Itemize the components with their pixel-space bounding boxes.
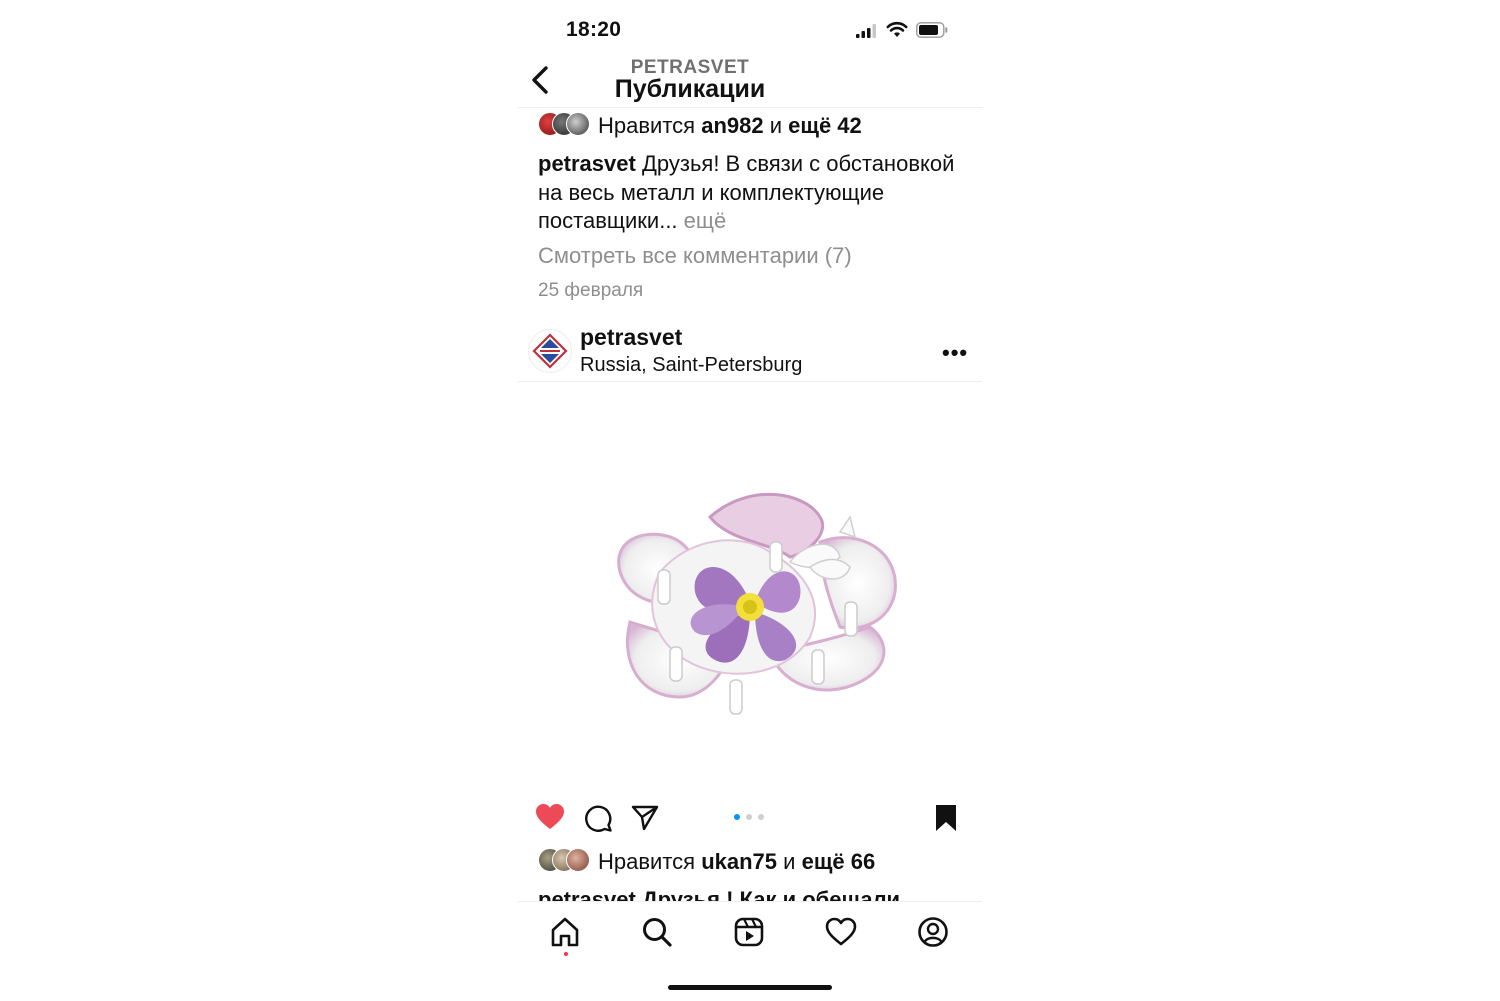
avatar <box>566 848 590 872</box>
likes-conj: и <box>769 113 783 138</box>
wifi-icon <box>886 21 908 37</box>
view-all-comments-link[interactable]: Смотреть все комментарии (7) <box>538 243 852 269</box>
cellular-signal-icon <box>856 24 876 38</box>
comment-icon[interactable] <box>584 804 612 832</box>
carousel-indicator <box>734 814 766 822</box>
likes-conj: и <box>783 849 796 874</box>
likes-prefix: Нравится <box>598 113 696 138</box>
status-time: 18:20 <box>566 18 622 41</box>
profile-icon[interactable] <box>917 916 949 948</box>
post-caption-truncated: petrasvet Друзья ! Как и обещали <box>538 887 901 901</box>
liked-by-avatars[interactable] <box>538 112 594 136</box>
caption-more-link[interactable]: ещё <box>684 208 727 233</box>
page-title: Публикации <box>614 75 766 103</box>
bookmark-filled-icon[interactable] <box>934 804 958 832</box>
home-icon[interactable] <box>549 916 581 948</box>
avatar[interactable] <box>528 329 572 373</box>
liked-by-avatars[interactable] <box>538 848 594 872</box>
home-indicator[interactable] <box>668 985 832 990</box>
header-divider <box>518 107 982 108</box>
like-heart-filled-icon[interactable] <box>535 803 565 831</box>
likes-others[interactable]: ещё 42 <box>788 113 862 138</box>
phone-screen: 18:20 PETRASVET Публикации Нравится an98… <box>518 0 982 1001</box>
more-horizontal-icon[interactable]: ••• <box>942 340 968 366</box>
likes-summary[interactable]: Нравится ukan75 и ещё 66 <box>598 849 875 875</box>
post-username[interactable]: petrasvet <box>580 324 682 351</box>
petrasvet-logo-icon <box>532 333 568 369</box>
heart-icon[interactable] <box>825 916 857 948</box>
likes-prefix: Нравится <box>598 849 696 874</box>
carousel-dot <box>758 814 764 820</box>
battery-icon <box>916 22 948 38</box>
liked-by-user[interactable]: an982 <box>701 113 763 138</box>
liked-by-user[interactable]: ukan75 <box>701 849 777 874</box>
post-caption: petrasvet Друзья! В связи с обстановкой … <box>538 150 958 236</box>
share-send-icon[interactable] <box>631 804 659 832</box>
carousel-dot <box>734 814 740 820</box>
post-header-divider <box>518 381 982 382</box>
active-tab-dot <box>564 952 568 956</box>
post-date: 25 февраля <box>538 280 644 301</box>
reels-icon[interactable] <box>733 916 765 948</box>
likes-others[interactable]: ещё 66 <box>802 849 876 874</box>
search-icon[interactable] <box>641 916 673 948</box>
likes-summary[interactable]: Нравится an982 и ещё 42 <box>598 113 862 139</box>
caption-username[interactable]: petrasvet <box>538 151 636 176</box>
carousel-dot <box>746 814 752 820</box>
post-location[interactable]: Russia, Saint-Petersburg <box>580 354 802 377</box>
avatar <box>566 112 590 136</box>
flower-chandelier-image <box>617 493 897 715</box>
post-image[interactable] <box>518 384 982 794</box>
